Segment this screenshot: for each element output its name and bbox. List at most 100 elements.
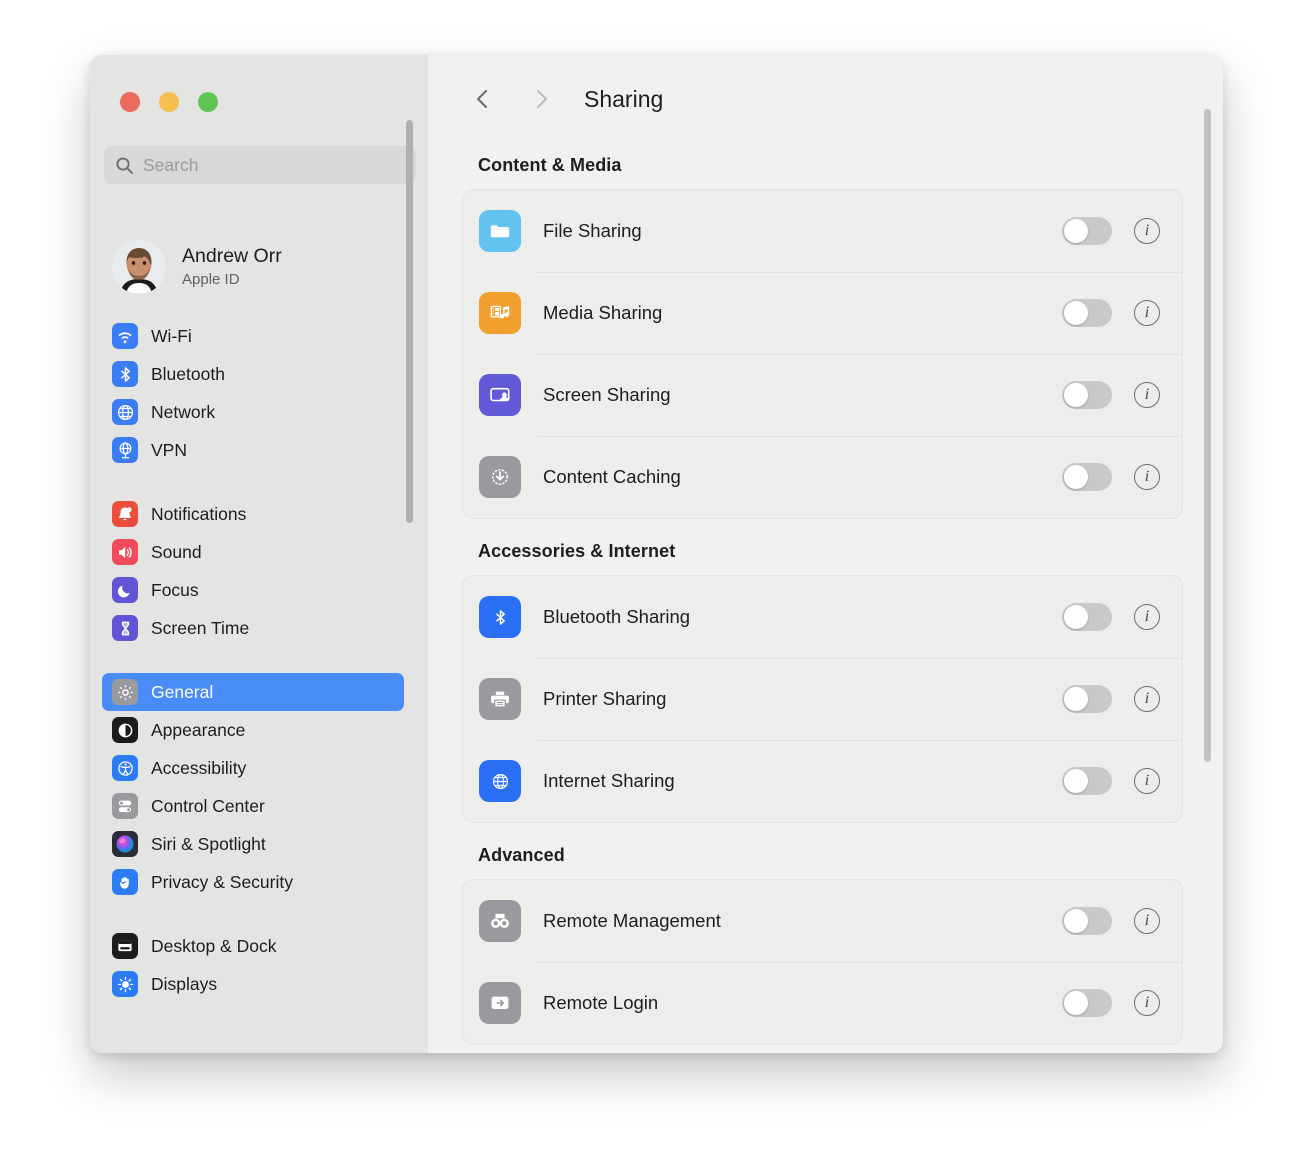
main-pane: Sharing Content & Media File Sharing i Medi… — [428, 55, 1223, 1053]
brightness-icon — [112, 971, 138, 997]
info-button[interactable]: i — [1134, 464, 1160, 490]
minimize-button[interactable] — [159, 92, 179, 112]
sidebar-item-network[interactable]: Network — [102, 393, 404, 431]
hand-icon — [112, 869, 138, 895]
sidebar-item-label: VPN — [151, 439, 187, 460]
toggle-switch[interactable] — [1062, 299, 1112, 327]
sidebar-item-label: Siri & Spotlight — [151, 833, 266, 854]
sidebar-item-appearance[interactable]: Appearance — [102, 711, 404, 749]
search-field[interactable] — [104, 146, 416, 184]
info-button[interactable]: i — [1134, 382, 1160, 408]
sidebar-item-bluetooth[interactable]: Bluetooth — [102, 355, 404, 393]
toggle-switch[interactable] — [1062, 685, 1112, 713]
toggle-switch[interactable] — [1062, 907, 1112, 935]
window-controls — [120, 92, 218, 112]
settings-card: Bluetooth Sharing i Printer Sharing i Intern… — [462, 575, 1183, 823]
sidebar-item-desktop-dock[interactable]: Desktop & Dock — [102, 927, 404, 965]
toggle-switch[interactable] — [1062, 989, 1112, 1017]
settings-row[interactable]: Content Caching i — [463, 436, 1182, 518]
sidebar-item-label: Control Center — [151, 795, 265, 816]
sidebar-item-label: Bluetooth — [151, 363, 225, 384]
info-button[interactable]: i — [1134, 768, 1160, 794]
bluetooth-icon — [479, 596, 521, 638]
settings-scroll-area: Content & Media File Sharing i Media Sharin… — [428, 143, 1223, 1053]
sidebar-item-accessibility[interactable]: Accessibility — [102, 749, 404, 787]
sidebar-item-focus[interactable]: Focus — [102, 571, 404, 609]
settings-row[interactable]: Media Sharing i — [463, 272, 1182, 354]
toggle-switch[interactable] — [1062, 767, 1112, 795]
download-dotted-icon — [479, 456, 521, 498]
toggle-switch[interactable] — [1062, 381, 1112, 409]
sidebar: Andrew Orr Apple ID Wi-Fi Bluetooth Networ… — [90, 55, 428, 1053]
info-button[interactable]: i — [1134, 686, 1160, 712]
settings-row-label: Screen Sharing — [543, 384, 671, 405]
system-settings-window: Andrew Orr Apple ID Wi-Fi Bluetooth Networ… — [90, 55, 1223, 1053]
remote-login-icon — [479, 982, 521, 1024]
globe-icon — [479, 760, 521, 802]
forward-button[interactable] — [524, 82, 558, 116]
sidebar-item-displays[interactable]: Displays — [102, 965, 404, 1003]
settings-row-label: Media Sharing — [543, 302, 663, 323]
accessibility-icon — [112, 755, 138, 781]
toggle-switch[interactable] — [1062, 217, 1112, 245]
settings-card: Remote Management i Remote Login i — [462, 879, 1183, 1045]
search-icon — [115, 156, 134, 175]
sidebar-group-3: Desktop & Dock Displays — [90, 927, 428, 1003]
vpn-globe-icon — [112, 437, 138, 463]
settings-row[interactable]: Printer Sharing i — [463, 658, 1182, 740]
info-button[interactable]: i — [1134, 604, 1160, 630]
search-input[interactable] — [143, 154, 405, 176]
sidebar-item-siri-spotlight[interactable]: Siri & Spotlight — [102, 825, 404, 863]
sidebar-scroll-area: Andrew Orr Apple ID Wi-Fi Bluetooth Networ… — [90, 195, 428, 1053]
account-name: Andrew Orr — [182, 244, 282, 267]
settings-row-label: Bluetooth Sharing — [543, 606, 691, 627]
sliders-icon — [112, 793, 138, 819]
info-button[interactable]: i — [1134, 300, 1160, 326]
moon-icon — [112, 577, 138, 603]
bell-icon — [112, 501, 138, 527]
toggle-switch[interactable] — [1062, 463, 1112, 491]
sidebar-item-screen-time[interactable]: Screen Time — [102, 609, 404, 647]
sidebar-item-label: Privacy & Security — [151, 871, 293, 892]
settings-row-label: Printer Sharing — [543, 688, 667, 709]
gear-icon — [112, 679, 138, 705]
sidebar-item-privacy-security[interactable]: Privacy & Security — [102, 863, 404, 901]
hourglass-icon — [112, 615, 138, 641]
close-button[interactable] — [120, 92, 140, 112]
sidebar-item-wi-fi[interactable]: Wi-Fi — [102, 317, 404, 355]
sidebar-item-control-center[interactable]: Control Center — [102, 787, 404, 825]
sidebar-item-vpn[interactable]: VPN — [102, 431, 404, 469]
settings-row[interactable]: Bluetooth Sharing i — [463, 576, 1182, 658]
bluetooth-icon — [112, 361, 138, 387]
toggle-switch[interactable] — [1062, 603, 1112, 631]
zoom-button[interactable] — [198, 92, 218, 112]
sidebar-item-label: Appearance — [151, 719, 246, 740]
screen-person-icon — [479, 374, 521, 416]
sidebar-item-label: Notifications — [151, 503, 247, 524]
sidebar-scrollbar[interactable] — [406, 120, 413, 523]
main-scrollbar[interactable] — [1204, 109, 1211, 762]
info-button[interactable]: i — [1134, 218, 1160, 244]
settings-row[interactable]: Remote Management i — [463, 880, 1182, 962]
settings-row[interactable]: Screen Sharing i — [463, 354, 1182, 436]
settings-row[interactable]: Internet Sharing i — [463, 740, 1182, 822]
folder-icon — [479, 210, 521, 252]
globe-icon — [112, 399, 138, 425]
settings-row-label: Remote Management — [543, 910, 721, 931]
sidebar-group-0: Wi-Fi Bluetooth Network VPN — [90, 317, 428, 469]
printer-icon — [479, 678, 521, 720]
settings-row-label: Content Caching — [543, 466, 681, 487]
sidebar-item-label: Displays — [151, 973, 218, 994]
sidebar-item-sound[interactable]: Sound — [102, 533, 404, 571]
info-button[interactable]: i — [1134, 990, 1160, 1016]
info-button[interactable]: i — [1134, 908, 1160, 934]
media-note-icon — [479, 292, 521, 334]
siri-icon — [112, 831, 138, 857]
settings-row[interactable]: Remote Login i — [463, 962, 1182, 1044]
apple-id-account-row[interactable]: Andrew Orr Apple ID — [112, 239, 428, 295]
settings-row[interactable]: File Sharing i — [463, 190, 1182, 272]
back-button[interactable] — [466, 82, 500, 116]
sidebar-item-general[interactable]: General — [102, 673, 404, 711]
sidebar-nav: Wi-Fi Bluetooth Network VPN Notifications Sou… — [90, 317, 428, 1003]
sidebar-item-notifications[interactable]: Notifications — [102, 495, 404, 533]
